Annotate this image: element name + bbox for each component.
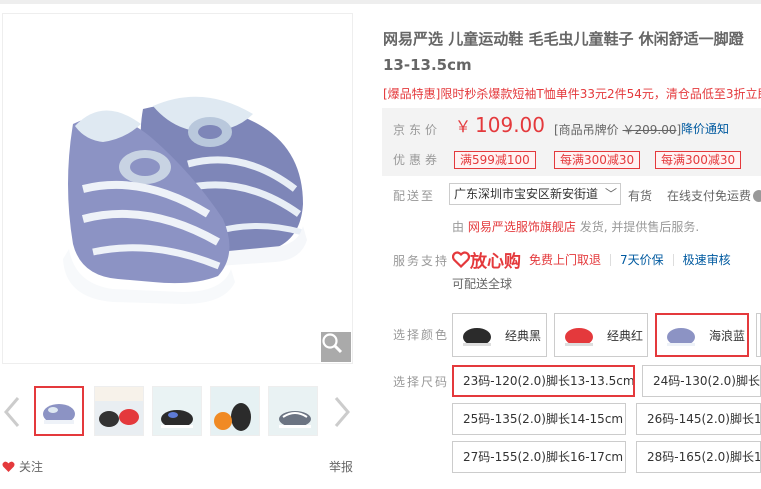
coupon-1[interactable]: 满599减100	[454, 151, 536, 169]
follow-link[interactable]: 关注	[2, 458, 43, 475]
price-notify-link[interactable]: 降价通知	[681, 120, 729, 137]
shipping-location-value: 广东深圳市宝安区新安街道	[454, 187, 599, 201]
currency-symbol: ￥	[455, 117, 472, 136]
seller-suffix: 发货, 并提供售后服务.	[579, 220, 700, 234]
size-option-24[interactable]: 24码-130(2.0)脚长13.5-14cm	[642, 365, 761, 397]
color-option-blue[interactable]: 海浪蓝	[655, 313, 749, 357]
thumbnail-5[interactable]	[268, 386, 318, 436]
coupon-3[interactable]: 每满300减30	[655, 151, 742, 169]
thumbnail-1[interactable]	[34, 386, 84, 436]
fangxingou-label: 放心购	[470, 252, 521, 272]
original-price-prefix: [商品吊牌价	[554, 123, 619, 137]
thumbnail-strip	[0, 384, 356, 440]
original-price: [商品吊牌价 ￥209.00]	[554, 121, 681, 138]
size-option-27[interactable]: 27码-155(2.0)脚长16-17cm	[452, 441, 626, 473]
seller-shop-link[interactable]: 网易严选服饰旗舰店	[468, 220, 576, 234]
price-label: 京东价	[393, 123, 442, 137]
red-shoe-thumb	[565, 328, 593, 346]
prev-thumb-arrow-icon[interactable]	[1, 394, 23, 430]
magnifier-icon	[322, 333, 343, 354]
shipping-label: 配送至	[393, 189, 436, 203]
size-option-25[interactable]: 25码-135(2.0)脚长14-15cm	[452, 403, 626, 435]
seller-info: 由 网易严选服饰旗舰店 发货, 并提供售后服务.	[452, 218, 699, 235]
report-link[interactable]: 举报	[329, 458, 353, 475]
service-label: 服务支持	[393, 254, 450, 268]
follow-label: 关注	[19, 460, 44, 474]
color-label: 选择颜色	[393, 328, 450, 342]
fangxingou-badge[interactable]: 放心购	[452, 247, 521, 272]
thumbnail-2[interactable]	[94, 386, 144, 436]
color-option-more[interactable]	[756, 313, 761, 357]
thumbnail-3[interactable]	[152, 386, 202, 436]
heart-icon	[2, 461, 15, 472]
color-option-label: 经典黑	[505, 328, 542, 343]
main-product-image[interactable]	[2, 13, 353, 364]
jd-price: ￥ 109.00	[455, 113, 545, 137]
color-option-black[interactable]: 经典黑	[452, 313, 547, 357]
thumbnail-4[interactable]	[210, 386, 260, 436]
shoe-illustration	[63, 96, 307, 304]
black-shoe-thumb	[463, 328, 491, 346]
chevron-down-icon: ﹀	[604, 187, 617, 201]
original-price-value: ￥209.00	[622, 123, 677, 137]
top-divider	[0, 0, 761, 4]
coupon-label: 优惠券	[393, 153, 442, 167]
next-thumb-arrow-icon[interactable]	[331, 394, 353, 430]
size-label: 选择尺码	[393, 375, 450, 389]
promo-text[interactable]: [爆品特惠]限时秒杀爆款短袖T恤单件33元2件54元，清仓品低至3折立即	[383, 85, 761, 102]
shipping-note: 在线支付免运费	[667, 187, 761, 204]
seller-prefix: 由	[452, 220, 465, 234]
service-support: 放心购 免费上门取退 7天价保 极速审核	[452, 247, 740, 272]
service-item-free-return[interactable]: 免费上门取退	[529, 253, 612, 266]
size-option-23[interactable]: 23码-120(2.0)脚长13-13.5cm	[452, 365, 635, 397]
shipping-note-text: 在线支付免运费	[667, 189, 752, 203]
size-option-26[interactable]: 26码-145(2.0)脚长15-16cm	[636, 403, 761, 435]
ship-global-text: 可配送全球	[452, 277, 513, 291]
color-option-label: 海浪蓝	[709, 328, 746, 343]
shipping-location-select[interactable]: 广东深圳市宝安区新安街道 ﹀	[449, 183, 621, 205]
help-icon[interactable]	[753, 190, 761, 202]
service-item-price-protect[interactable]: 7天价保	[611, 253, 674, 266]
price-box: 京东价 ￥ 109.00 [商品吊牌价 ￥209.00] 降价通知 优惠券 满59…	[382, 108, 761, 176]
coupon-2[interactable]: 每满300减30	[554, 151, 641, 169]
color-option-label: 经典红	[607, 328, 644, 343]
product-title-line2: 13-13.5cm	[383, 56, 472, 74]
price-value: 109.00	[475, 113, 545, 137]
stock-status: 有货	[628, 189, 653, 203]
service-item-fast-review[interactable]: 极速审核	[674, 254, 740, 266]
heart-outline-icon	[452, 251, 470, 268]
blue-shoe-thumb	[667, 328, 695, 346]
size-option-28[interactable]: 28码-165(2.0)脚长17-18cm	[636, 441, 761, 473]
zoom-button[interactable]	[321, 332, 351, 362]
color-option-red[interactable]: 经典红	[554, 313, 648, 357]
